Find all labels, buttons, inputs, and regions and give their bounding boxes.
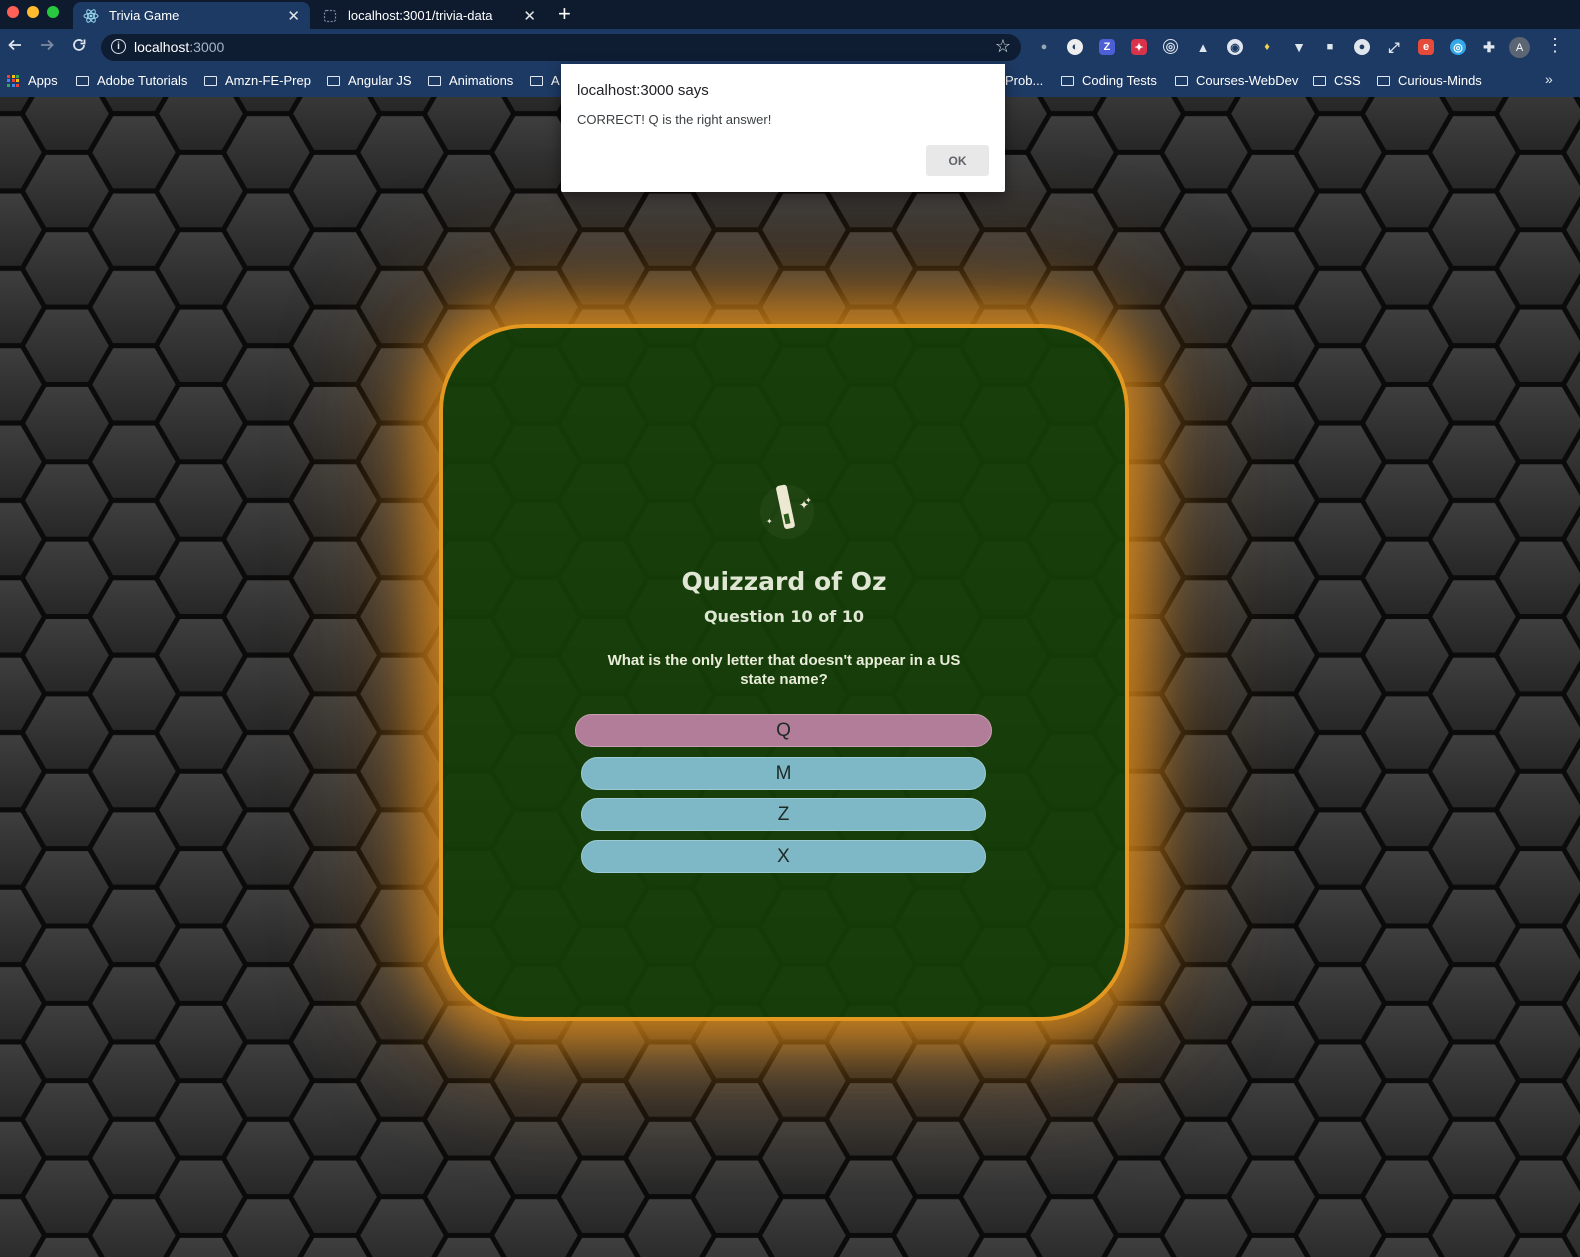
browser-menu-icon[interactable]: ⋮	[1546, 35, 1564, 56]
extension-v-icon[interactable]: ▼	[1291, 39, 1307, 55]
bookmark-star-icon[interactable]: ☆	[995, 36, 1011, 57]
bookmark-folder[interactable]: Amzn-FE-Prep	[204, 73, 311, 88]
bookmark-label: Coding Tests	[1082, 73, 1157, 88]
tab-close-icon[interactable]: ✕	[287, 7, 300, 25]
tab-trivia-game[interactable]: Trivia Game ✕	[73, 2, 310, 29]
bookmark-folder[interactable]: Angular JS	[327, 73, 412, 88]
answer-option-q[interactable]: Q	[575, 714, 992, 747]
answer-option-x[interactable]: X	[581, 840, 986, 873]
profile-avatar[interactable]: A	[1509, 37, 1530, 58]
extension-pin-icon[interactable]: ♦	[1259, 39, 1275, 55]
extension-globe-icon[interactable]: ◉	[1227, 39, 1243, 55]
extension-expand-icon[interactable]: ⤢	[1386, 39, 1402, 55]
folder-icon	[530, 75, 543, 86]
bookmark-label: Adobe Tutorials	[97, 73, 188, 88]
folder-icon	[1313, 75, 1326, 86]
answer-option-z[interactable]: Z	[581, 798, 986, 831]
bookmark-folder[interactable]: A	[530, 73, 560, 88]
question-text: What is the only letter that doesn't app…	[607, 652, 961, 688]
address-bar[interactable]: i localhost:3000 ☆	[101, 34, 1021, 61]
extensions-puzzle-icon[interactable]: ✚	[1481, 39, 1497, 55]
bookmark-label: CSS	[1334, 73, 1361, 88]
maximize-window-button[interactable]	[47, 6, 59, 18]
dialog-ok-button[interactable]: OK	[926, 145, 989, 176]
bookmark-folder[interactable]: Prob...	[1005, 73, 1043, 88]
bookmark-apps[interactable]: Apps	[7, 73, 58, 88]
extension-circle-icon[interactable]: ◐	[1067, 39, 1083, 55]
reload-icon[interactable]	[71, 35, 87, 59]
bookmark-label: Animations	[449, 73, 514, 88]
folder-icon	[428, 75, 441, 86]
address-url: localhost:3000	[134, 39, 225, 55]
extension-record-icon[interactable]: ●	[1354, 39, 1370, 55]
extension-target-icon[interactable]: ◎	[1163, 39, 1178, 54]
dialog-message: CORRECT! Q is the right answer!	[577, 112, 772, 127]
magic-wand-icon: ✦ ✦ ✦	[760, 484, 814, 539]
bookmark-label: Amzn-FE-Prep	[225, 73, 311, 88]
extension-z-icon[interactable]: Z	[1099, 39, 1115, 55]
bookmark-folder[interactable]: Adobe Tutorials	[76, 73, 187, 88]
alert-dialog: localhost:3000 says CORRECT! Q is the ri…	[561, 64, 1005, 192]
tab-title: Trivia Game	[109, 8, 180, 23]
bookmark-folder[interactable]: Courses-WebDev	[1175, 73, 1298, 88]
tab-title: localhost:3001/trivia-data	[348, 8, 493, 23]
bookmark-folder[interactable]: Animations	[428, 73, 513, 88]
bookmark-label: Angular JS	[348, 73, 412, 88]
folder-icon	[76, 75, 89, 86]
extension-e-icon[interactable]: e	[1418, 39, 1434, 55]
answer-option-m[interactable]: M	[581, 757, 986, 790]
apps-grid-icon	[7, 74, 19, 87]
bookmark-folder[interactable]: Curious-Minds	[1377, 73, 1482, 88]
bookmark-label: Courses-WebDev	[1196, 73, 1299, 88]
close-window-button[interactable]	[7, 6, 19, 18]
folder-icon	[1377, 75, 1390, 86]
folder-icon	[327, 75, 340, 86]
svg-text:✦: ✦	[805, 496, 812, 505]
bookmark-label: Apps	[28, 73, 58, 88]
folder-icon	[204, 75, 217, 86]
page-viewport: ✦ ✦ ✦ Quizzard of Oz Question 10 of 10 W…	[0, 97, 1580, 1257]
extension-eye-icon[interactable]: ◎	[1450, 39, 1466, 55]
forward-arrow-icon[interactable]	[39, 35, 55, 59]
minimize-window-button[interactable]	[27, 6, 39, 18]
extension-bulb-icon[interactable]: ●	[1036, 39, 1052, 55]
extension-triangle-icon[interactable]: ▲	[1195, 39, 1211, 55]
dialog-origin: localhost:3000 says	[577, 82, 709, 99]
bookmark-folder[interactable]: Coding Tests	[1061, 73, 1157, 88]
new-tab-button[interactable]: +	[558, 2, 571, 26]
react-icon	[83, 8, 99, 24]
svg-text:✦: ✦	[766, 517, 773, 526]
browser-toolbar: i localhost:3000 ☆ ● ◐ Z ✦ ◎ ▲ ◉ ♦ ▼ ■ ●…	[0, 29, 1580, 66]
folder-icon	[1061, 75, 1074, 86]
extension-camera-icon[interactable]: ■	[1322, 39, 1338, 55]
folder-icon	[1175, 75, 1188, 86]
bookmarks-overflow-icon[interactable]: »	[1545, 71, 1553, 87]
bookmark-label: A	[551, 73, 560, 88]
tab-trivia-data[interactable]: localhost:3001/trivia-data ✕	[312, 2, 546, 29]
game-title: Quizzard of Oz	[681, 567, 887, 596]
bookmark-folder[interactable]: CSS	[1313, 73, 1361, 88]
extension-red-icon[interactable]: ✦	[1131, 39, 1147, 55]
back-arrow-icon[interactable]	[7, 35, 23, 59]
bookmark-label: Curious-Minds	[1398, 73, 1482, 88]
site-info-icon[interactable]: i	[111, 39, 126, 54]
bookmark-label: Prob...	[1005, 73, 1044, 88]
page-icon	[322, 8, 338, 24]
tab-close-icon[interactable]: ✕	[523, 7, 536, 25]
tab-strip: Trivia Game ✕ localhost:3001/trivia-data…	[0, 0, 1580, 29]
question-progress: Question 10 of 10	[703, 607, 865, 626]
